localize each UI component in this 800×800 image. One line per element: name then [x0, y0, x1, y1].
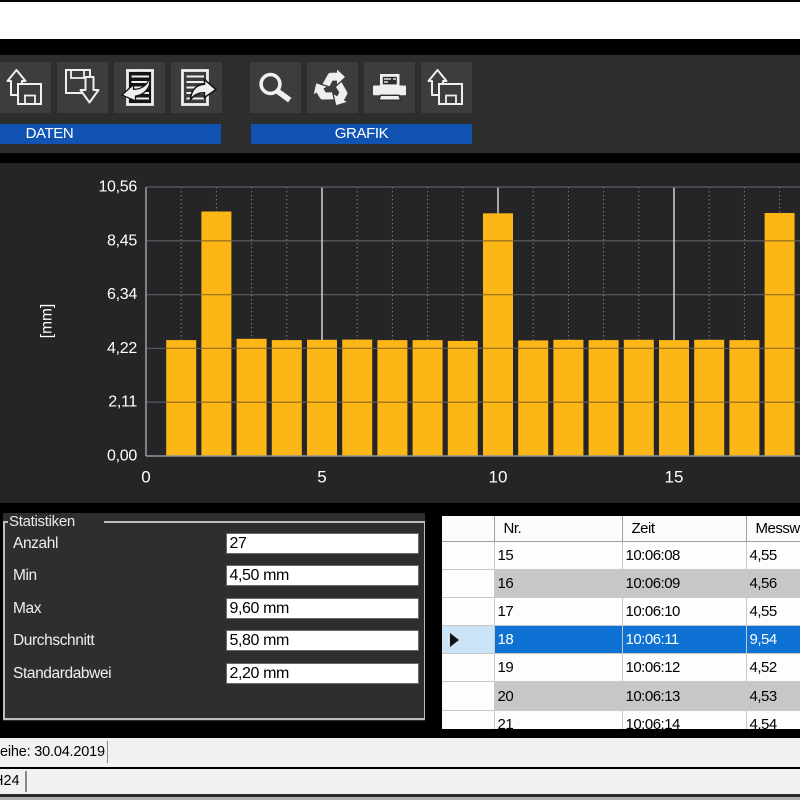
- svg-text:4,22: 4,22: [107, 340, 137, 357]
- svg-text:15: 15: [665, 468, 684, 487]
- svg-text:10: 10: [489, 468, 508, 487]
- svg-text:2,11: 2,11: [108, 394, 137, 411]
- svg-text:[mm]: [mm]: [39, 304, 56, 338]
- svg-text:10,56: 10,56: [98, 179, 137, 196]
- svg-text:8,45: 8,45: [107, 232, 137, 249]
- svg-text:5: 5: [317, 468, 326, 487]
- svg-text:0: 0: [141, 468, 150, 487]
- svg-text:6,34: 6,34: [107, 286, 137, 303]
- svg-text:0,00: 0,00: [107, 448, 137, 465]
